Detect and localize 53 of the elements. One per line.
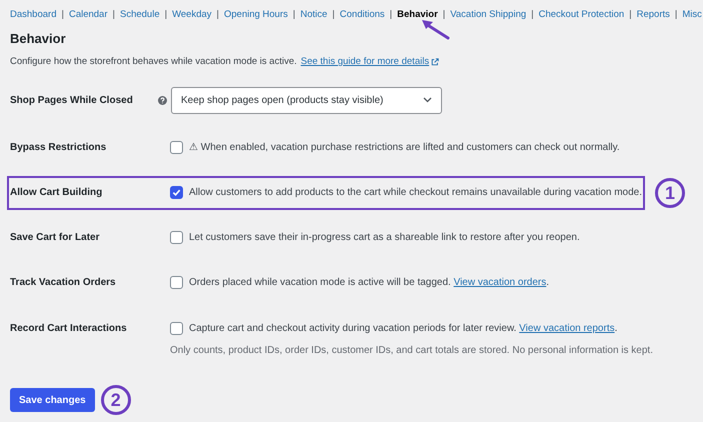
checkbox[interactable] xyxy=(170,231,183,244)
setting-label: Track Vacation Orders xyxy=(10,276,117,290)
numbered-callout: 1 xyxy=(655,178,685,208)
checkbox[interactable] xyxy=(170,322,183,336)
nav-tab[interactable]: Weekday xyxy=(172,8,212,22)
setting-label: Allow Cart Building xyxy=(10,186,104,200)
nav-tab[interactable]: Notice xyxy=(300,8,328,22)
nav-separator: | xyxy=(292,8,296,22)
setting-label: Record Cart Interactions xyxy=(10,322,128,336)
nav-separator: | xyxy=(674,8,678,22)
nav-tab[interactable]: Checkout Protection xyxy=(538,8,624,22)
page-heading: Behavior xyxy=(9,31,67,47)
nav-tab[interactable]: Behavior xyxy=(397,8,438,22)
nav-tab[interactable]: Opening Hours xyxy=(224,8,288,22)
checkbox[interactable] xyxy=(170,186,183,200)
nav-tab[interactable]: Conditions xyxy=(340,8,385,22)
option-description: ⚠ When enabled, vacation purchase restrictions are lifted and customers can check out normally. xyxy=(189,141,620,156)
setting-label: Shop Pages While Closed xyxy=(10,94,134,108)
nav-separator: | xyxy=(216,8,219,22)
option-description: Capture cart and checkout activity during vacation periods for later review. View vacation reports. xyxy=(189,322,618,336)
help-note: Only counts, product IDs, order IDs, customer IDs, and cart totals are stored. No personal information is kept. xyxy=(170,344,653,358)
annotation-arrow xyxy=(420,18,450,40)
nav-separator: | xyxy=(112,8,115,22)
numbered-callout: 2 xyxy=(100,385,131,416)
nav-tab[interactable]: Vacation Shipping xyxy=(450,8,526,22)
link[interactable]: View vacation orders xyxy=(454,277,546,288)
nav-separator: | xyxy=(442,8,446,22)
setting-label: Save Cart for Later xyxy=(10,231,100,246)
nav-separator: | xyxy=(332,8,335,22)
option-description: Allow customers to add products to the cart while checkout remains unavailable during vacation mode. xyxy=(189,186,642,200)
nav-tab[interactable]: Misc xyxy=(682,8,702,22)
nav-tab[interactable]: Calendar xyxy=(68,8,108,22)
nav-tab[interactable]: Schedule xyxy=(120,8,160,22)
save-button[interactable]: Save changes xyxy=(10,388,95,412)
nav-separator: | xyxy=(629,8,632,22)
checkbox[interactable] xyxy=(170,141,183,154)
external-link-icon xyxy=(431,58,440,66)
chevron-down-icon xyxy=(423,97,432,104)
page-description: Configure how the storefront behaves while vacation mode is active. See this guide for more details xyxy=(0,55,703,70)
help-icon[interactable] xyxy=(158,96,167,105)
nav-separator: | xyxy=(164,8,168,22)
link[interactable]: View vacation reports xyxy=(519,323,615,334)
option-description: Let customers save their in-progress cart as a shareable link to restore after you reopen. xyxy=(189,231,580,246)
nav-tab[interactable]: Dashboard xyxy=(10,8,56,22)
nav-separator: | xyxy=(390,8,392,22)
option-description: Orders placed while vacation mode is active will be tagged. View vacation orders. xyxy=(189,276,550,290)
dropdown[interactable]: Keep shop pages open (products stay visible) xyxy=(171,86,442,114)
nav-tab[interactable]: Reports xyxy=(636,8,670,22)
nav-separator: | xyxy=(61,8,64,22)
nav-separator: | xyxy=(531,8,534,22)
checkbox[interactable] xyxy=(170,276,183,290)
guide-link[interactable]: See this guide for more details xyxy=(300,55,440,70)
setting-label: Bypass Restrictions xyxy=(10,141,108,156)
